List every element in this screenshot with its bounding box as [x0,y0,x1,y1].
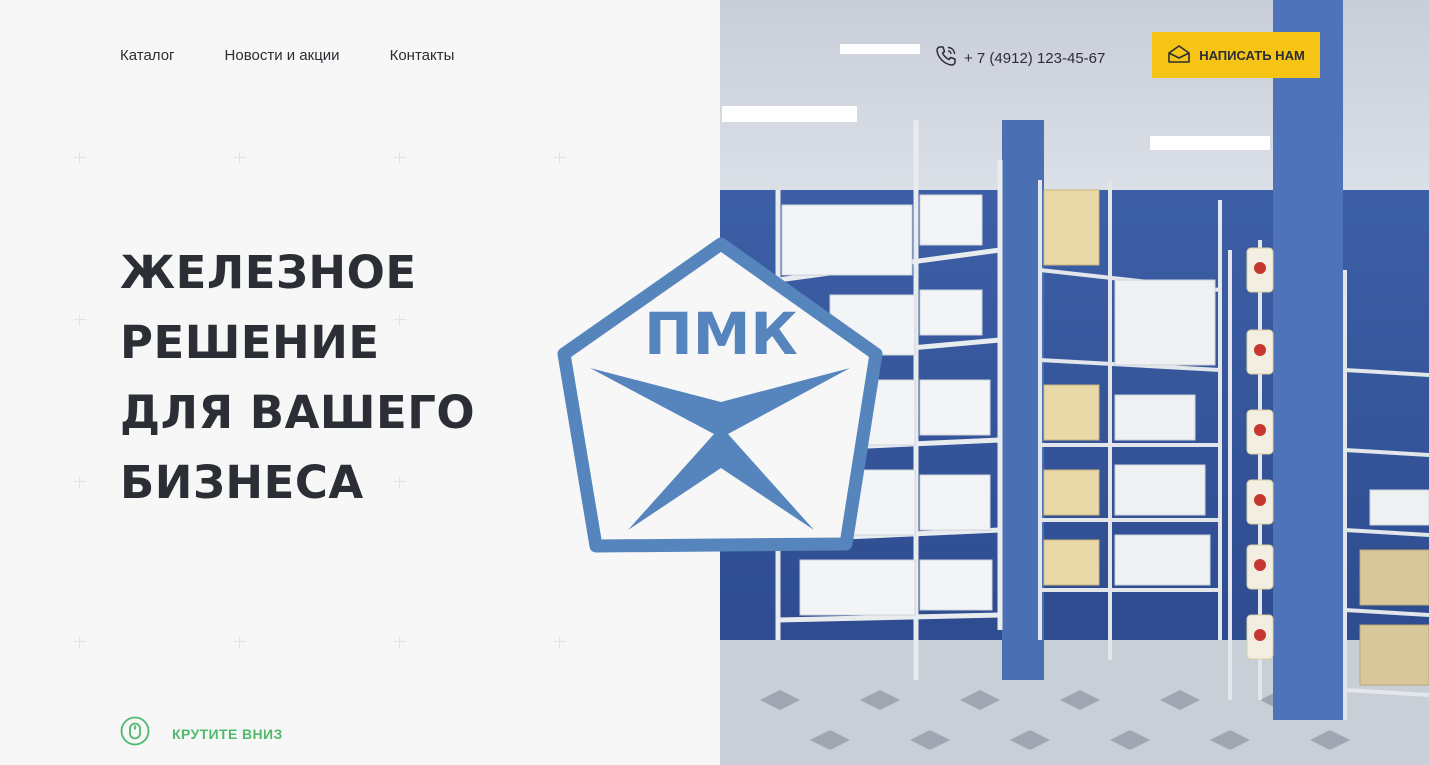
pmk-logo-text: ПМК [644,300,798,368]
grid-cross-decoration [394,152,406,164]
nav-item-contacts[interactable]: Контакты [390,47,455,64]
scroll-down-label: КРУТИТЕ ВНИЗ [172,725,283,742]
scroll-down-link[interactable]: КРУТИТЕ ВНИЗ [120,716,283,751]
phone-number: + 7 (4912) 123-45-67 [964,50,1106,67]
phone-icon [934,44,958,73]
phone-link[interactable]: + 7 (4912) 123-45-67 [934,44,1105,73]
envelope-icon [1167,44,1191,67]
nav-item-catalog[interactable]: Каталог [120,47,175,64]
hero-title-line: БИЗНЕСА [120,456,364,509]
grid-cross-decoration [74,636,86,648]
hero-title-line: ДЛЯ ВАШЕГО [120,386,476,439]
nav-item-news[interactable]: Новости и акции [225,47,340,64]
grid-cross-decoration [74,314,86,326]
grid-cross-decoration [234,152,246,164]
write-us-button[interactable]: НАПИСАТЬ НАМ [1152,32,1320,78]
grid-cross-decoration [74,476,86,488]
grid-cross-decoration [554,152,566,164]
grid-cross-decoration [554,636,566,648]
mouse-icon [120,716,150,751]
hero-title-line: ЖЕЛЕЗНОЕ [120,246,417,299]
hero-title: ЖЕЛЕЗНОЕ РЕШЕНИЕ ДЛЯ ВАШЕГО БИЗНЕСА [120,238,550,518]
pmk-logo: ПМК [556,236,886,558]
grid-cross-decoration [394,636,406,648]
write-us-label: НАПИСАТЬ НАМ [1199,47,1305,63]
main-nav: Каталог Новости и акции Контакты [120,47,454,64]
grid-cross-decoration [74,152,86,164]
hero-title-line: РЕШЕНИЕ [120,316,380,369]
grid-cross-decoration [234,636,246,648]
